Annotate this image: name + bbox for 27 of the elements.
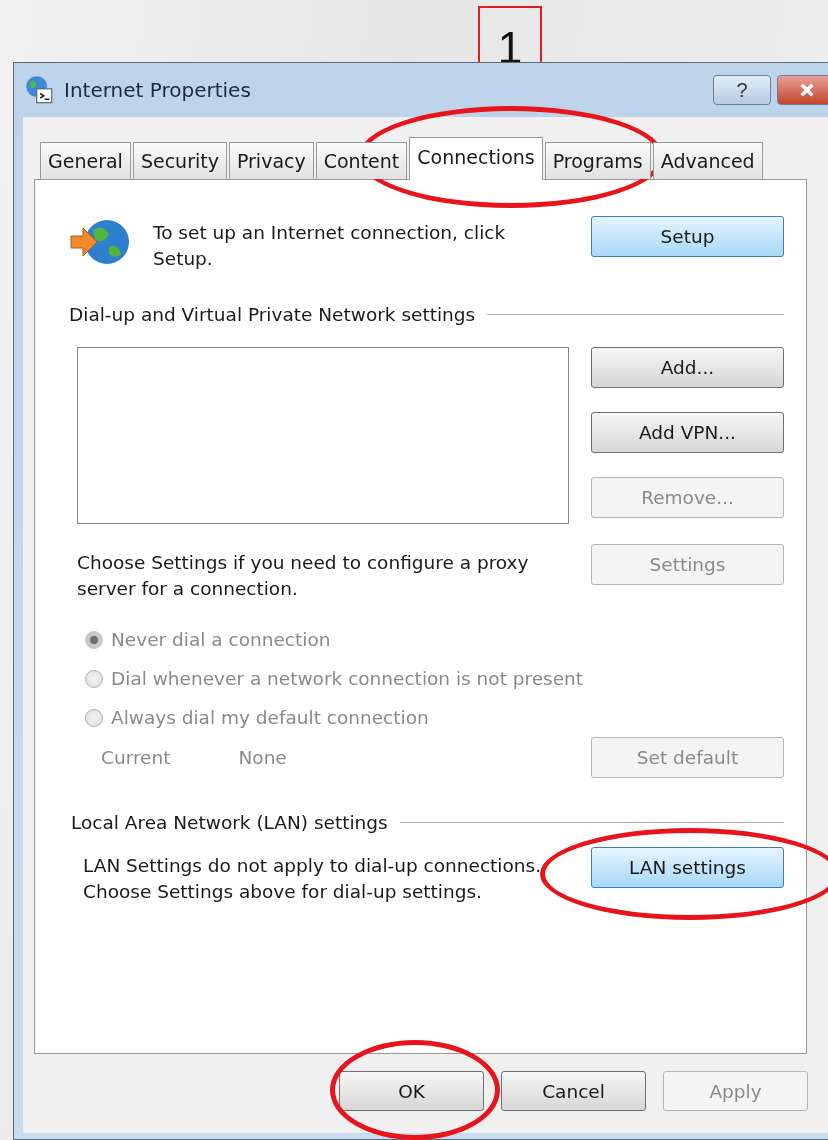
help-button[interactable]: ? xyxy=(713,75,771,105)
tab[interactable]: Content xyxy=(315,142,408,179)
tab[interactable]: Connections xyxy=(409,137,543,180)
group-heading: Dial-up and Virtual Private Network settings xyxy=(69,304,476,325)
dialog-button[interactable]: OK xyxy=(339,1071,484,1111)
dialup-button[interactable]: Add VPN... xyxy=(591,412,784,453)
lan-description: Choose Settings above for dial-up settings. xyxy=(83,880,483,904)
current-value: None xyxy=(238,747,287,768)
current-label: Current xyxy=(101,747,171,768)
close-button[interactable] xyxy=(777,75,828,105)
close-icon xyxy=(798,82,816,98)
globe-icon xyxy=(24,75,54,105)
proxy-description: Choose Settings if you need to configure a proxy server for a connection. xyxy=(77,551,530,601)
dialup-button[interactable]: Add... xyxy=(591,347,784,388)
tab[interactable]: General xyxy=(40,142,131,179)
tab[interactable]: Security xyxy=(132,142,227,179)
lan-description: LAN Settings do not apply to dial-up connections. xyxy=(83,854,542,878)
group-heading: Local Area Network (LAN) settings xyxy=(71,812,388,833)
connection-list[interactable] xyxy=(77,347,569,524)
tab[interactable]: Programs xyxy=(544,142,651,179)
dialog-button[interactable]: Cancel xyxy=(501,1071,646,1111)
window-title: Internet Properties xyxy=(64,78,252,102)
setup-button[interactable]: Setup xyxy=(591,216,784,257)
tab[interactable]: Privacy xyxy=(228,142,314,179)
tab[interactable]: Advanced xyxy=(652,142,763,179)
setup-description: To set up an Internet connection, click Setup. xyxy=(153,221,507,271)
lan-settings-button[interactable]: LAN settings xyxy=(591,847,784,888)
